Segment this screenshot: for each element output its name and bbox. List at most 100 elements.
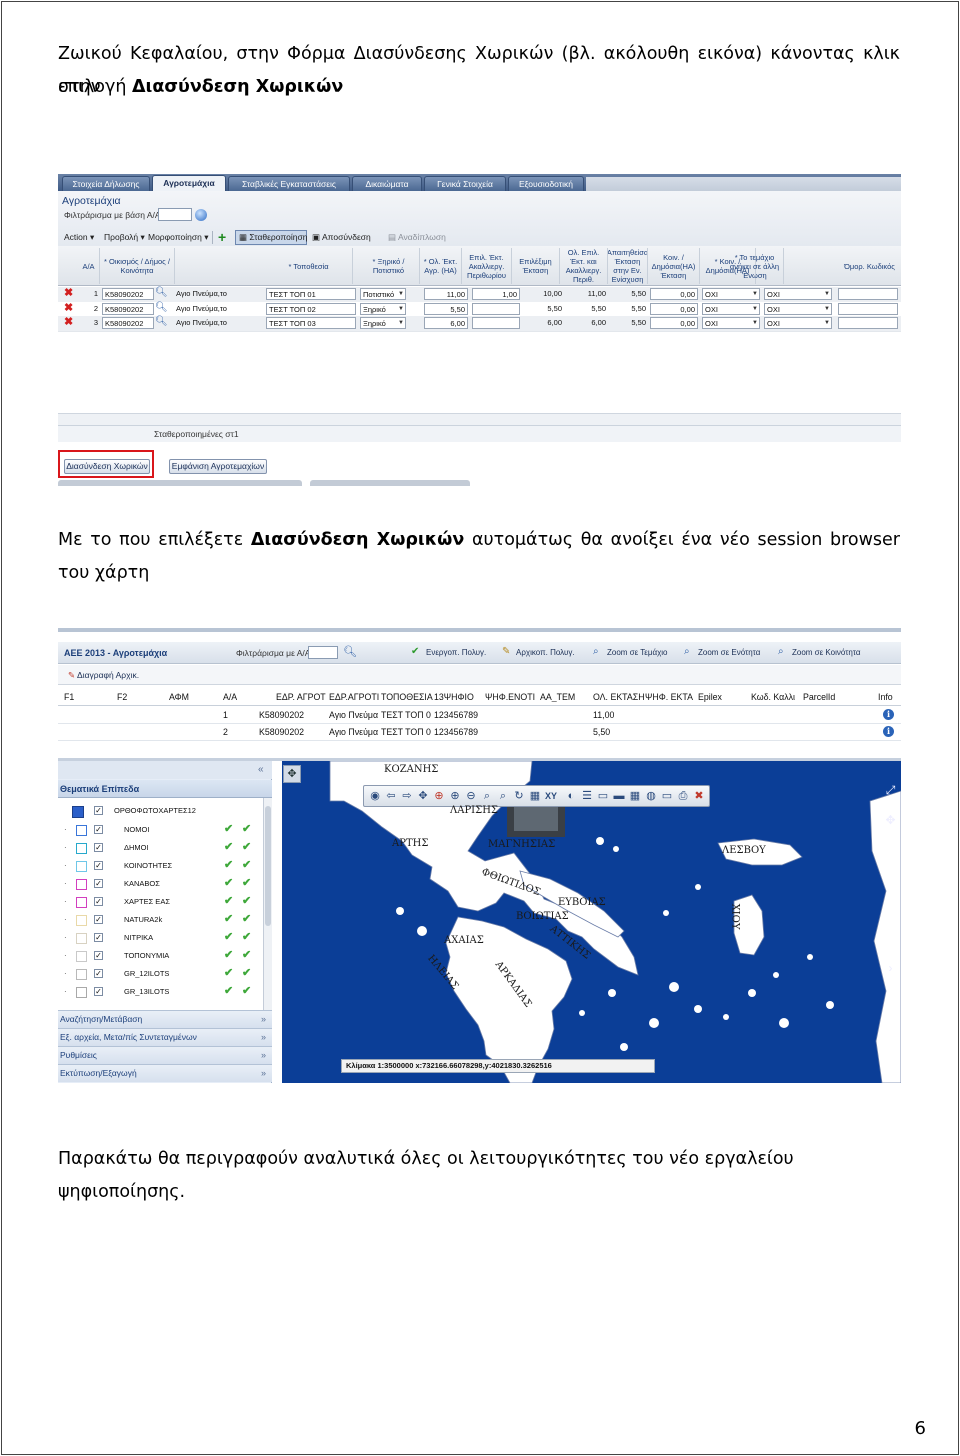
cell-margin[interactable] xyxy=(472,302,520,315)
info-icon[interactable]: i xyxy=(883,709,894,720)
layer-checkbox[interactable]: ✓ xyxy=(94,951,103,960)
magnifier-icon[interactable]: ⌕ xyxy=(480,789,494,803)
globe-icon[interactable]: ◉ xyxy=(368,789,382,803)
side-arrow-icon[interactable]: › xyxy=(882,961,899,975)
info-icon[interactable]: i xyxy=(883,726,894,737)
tab-general[interactable]: Γενικά Στοιχεία xyxy=(424,176,506,191)
layer-checkbox[interactable]: ✓ xyxy=(94,933,103,942)
layer-check-b-icon[interactable]: ✔ xyxy=(242,876,251,889)
table-row[interactable]: ✖ 2 K58090202 🔍︎ Αγιο Πνεύμα,το ΤΕΣΤ ΤΟΠ… xyxy=(58,302,901,317)
layer-row[interactable]: · ✓ NATURA2k ✔ ✔ xyxy=(58,911,263,929)
go-icon[interactable] xyxy=(195,209,207,221)
table-row[interactable]: 2 K58090202 Αγιο Πνεύμα ΤΕΣΤ ΤΟΠ 0 12345… xyxy=(58,724,901,741)
col-margin[interactable]: Επιλ. Έκτ. Ακαλλιεργ. Περιθωρίου xyxy=(462,248,512,284)
cell-adjacent[interactable] xyxy=(838,302,898,315)
add-row-icon[interactable]: + xyxy=(218,229,226,245)
cell-adjacent[interactable] xyxy=(838,288,898,300)
col-public-area[interactable]: Κοιν. / Δημόσια(HA) Έκταση xyxy=(648,248,700,284)
base-layer-checkbox[interactable]: ✓ xyxy=(94,806,103,815)
search-icon[interactable]: 🔍︎ xyxy=(343,645,357,658)
layer-checkbox[interactable]: ✓ xyxy=(94,987,103,996)
layer-checkbox[interactable]: ✓ xyxy=(94,969,103,978)
pan-arrows-icon[interactable]: ✥ xyxy=(416,789,430,803)
horizontal-scrollbar[interactable] xyxy=(58,413,901,425)
accordion-files[interactable]: Εξ. αρχεία, Μετα/πίς Συντεταγμένων » xyxy=(58,1028,272,1046)
cell-location[interactable]: ΤΕΣΤ ΤΟΠ 02 xyxy=(266,302,356,315)
table-row[interactable]: ✖ 3 K58090202 🔍︎ Αγιο Πνεύμα,το ΤΕΣΤ ΤΟΠ… xyxy=(58,316,901,331)
search-icon[interactable]: 🔍︎ xyxy=(155,316,168,327)
layer-check-b-icon[interactable]: ✔ xyxy=(242,948,251,961)
col-afm[interactable]: ΑΦΜ xyxy=(169,692,189,702)
pan-icon[interactable]: ✥ xyxy=(283,765,301,783)
layer-check-b-icon[interactable]: ✔ xyxy=(242,984,251,997)
col-edr[interactable]: ΕΔΡ. ΑΓΡΟΤ xyxy=(276,692,328,702)
layer-check-b-icon[interactable]: ✔ xyxy=(242,930,251,943)
zoom-unit-button[interactable]: Zoom σε Ενότητα xyxy=(698,648,760,657)
format-menu[interactable]: Μορφοποίηση ▾ xyxy=(148,232,208,243)
tab-parcels[interactable]: Αγροτεμάχια xyxy=(152,175,226,191)
map-filter-input[interactable] xyxy=(308,646,338,659)
table-row[interactable]: 1 K58090202 Αγιο Πνεύμα ΤΕΣΤ ΤΟΠ 0 12345… xyxy=(58,707,901,724)
col-eligible[interactable]: Επιλέξιμη Έκταση xyxy=(512,248,560,284)
col-epilex[interactable]: Epilex xyxy=(698,692,722,702)
measure-icon[interactable]: ◐ xyxy=(564,789,578,803)
cell-location[interactable]: ΤΕΣΤ ΤΟΠ 03 xyxy=(266,317,356,329)
cell-other-select[interactable]: ΟΧΙ xyxy=(764,288,832,300)
col-aa[interactable]: Α/Α xyxy=(78,248,100,284)
forward-arrow-icon[interactable]: ⇨ xyxy=(400,789,414,803)
cell-code[interactable]: K58090202 xyxy=(102,288,154,300)
col-total-area[interactable]: * Ολ. Έκτ. Αγρ. (HA) xyxy=(420,248,462,284)
reset-polygon-button[interactable]: Αρχικοπ. Πολυγ. xyxy=(516,648,575,657)
col-digit-area[interactable]: ΨΗΦ. ΕΚΤΑ xyxy=(645,692,697,702)
col-13digit[interactable]: 13ΨΗΦΙΟ xyxy=(434,692,484,702)
layer-row[interactable]: · ✓ ΤΟΠΟΝΥΜΙΑ ✔ ✔ xyxy=(58,947,263,965)
collapse-icon[interactable]: « xyxy=(258,764,264,775)
cell-public-select[interactable]: ΟΧΙ xyxy=(702,288,760,300)
col-settlement[interactable]: * Οικισμός / Δήμος / Κοινότητα xyxy=(100,248,175,284)
cell-type-select[interactable]: Ποτιστικό xyxy=(360,288,406,300)
layers-icon[interactable]: ◍ xyxy=(644,789,658,803)
layer-row[interactable]: · ✓ ΝΟΜΟΙ ✔ ✔ xyxy=(58,821,263,839)
layer-checkbox[interactable]: ✓ xyxy=(94,915,103,924)
cell-type-select[interactable]: Ξηρικό xyxy=(360,302,406,315)
layer-checkbox[interactable]: ✓ xyxy=(94,825,103,834)
layer-row[interactable]: · ✓ ΚΑΝΑΒΟΣ ✔ ✔ xyxy=(58,875,263,893)
table-icon[interactable]: ▦ xyxy=(628,789,642,803)
cell-type-select[interactable]: Ξηρικό xyxy=(360,317,406,329)
cell-code[interactable]: K58090202 xyxy=(102,317,154,329)
layer-check-b-icon[interactable]: ✔ xyxy=(242,840,251,853)
zoom-community-button[interactable]: Zoom σε Κοινότητα xyxy=(792,648,860,657)
map-canvas[interactable]: ✥ ◉ ⇦ ⇨ ✥ ⊕ ⊕ ⊖ ⌕ ⌕ ↻ ▦ XY ◐ ☰ ▭ ▬ ▦ ◍ ▭… xyxy=(282,761,901,1083)
delete-row-icon[interactable]: ✖ xyxy=(64,288,75,299)
back-arrow-icon[interactable]: ⇦ xyxy=(384,789,398,803)
zoom-extent-icon[interactable]: ⌕ xyxy=(496,789,510,803)
col-digit-unit[interactable]: ΨΗΦ.ΕΝΟΤΙ xyxy=(485,692,539,702)
cell-public-select[interactable]: ΟΧΙ xyxy=(702,302,760,315)
cell-total[interactable]: 6,00 xyxy=(424,317,468,329)
tab-declaration[interactable]: Στοιχεία Δήλωσης xyxy=(62,176,150,191)
cell-other-select[interactable]: ΟΧΙ xyxy=(764,302,832,315)
refresh-icon[interactable]: ↻ xyxy=(512,789,526,803)
tab-rights[interactable]: Δικαιώματα xyxy=(352,176,422,191)
cell-public-area[interactable]: 0,00 xyxy=(650,317,698,329)
delete-initial-button[interactable]: ✎ Διαγραφή Αρχικ. xyxy=(68,670,139,681)
tab-stables[interactable]: Σταβλικές Εγκαταστάσεις xyxy=(228,176,350,191)
col-aa-tem[interactable]: ΑΑ_ΤΕΜ xyxy=(540,692,590,702)
layer-check-a-icon[interactable]: ✔ xyxy=(224,930,233,943)
layer-check-b-icon[interactable]: ✔ xyxy=(242,822,251,835)
layer-check-a-icon[interactable]: ✔ xyxy=(224,894,233,907)
layer-row[interactable]: · ✓ GR_12ILOTS ✔ ✔ xyxy=(58,965,263,983)
col-edr2[interactable]: ΕΔΡ.ΑΓΡΟΤΙ xyxy=(329,692,381,702)
layer-list-scrollbar[interactable] xyxy=(263,798,272,1010)
layer-checkbox[interactable]: ✓ xyxy=(94,897,103,906)
col-adjacent-code[interactable]: Όμορ. Κωδικός xyxy=(838,248,901,284)
cell-public-select[interactable]: ΟΧΙ xyxy=(702,317,760,329)
ruler-icon[interactable]: ▭ xyxy=(596,789,610,803)
print-icon[interactable]: ⎙ xyxy=(676,789,690,803)
cell-margin[interactable] xyxy=(472,317,520,329)
col-total-area[interactable]: ΟΛ. ΕΚΤΑΣΗ xyxy=(593,692,645,702)
layer-check-a-icon[interactable]: ✔ xyxy=(224,858,233,871)
select-icon[interactable]: ☰ xyxy=(580,789,594,803)
scrollbar-thumb[interactable] xyxy=(265,806,271,926)
layer-check-a-icon[interactable]: ✔ xyxy=(224,966,233,979)
